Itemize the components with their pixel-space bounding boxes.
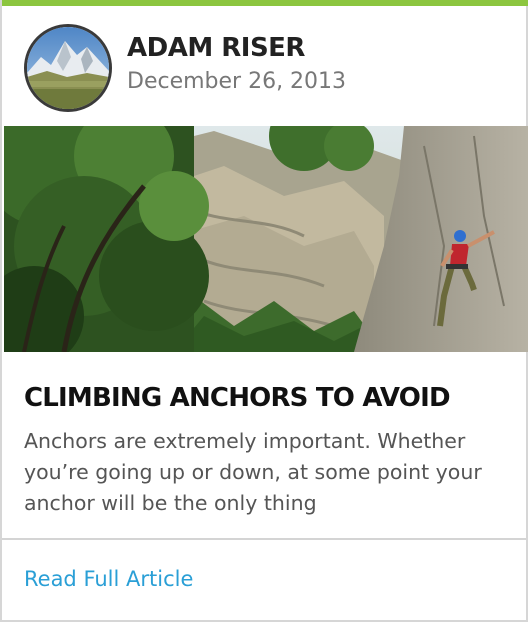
post-date: December 26, 2013 bbox=[127, 69, 347, 94]
hero-image[interactable] bbox=[4, 126, 528, 352]
article-title[interactable]: CLIMBING ANCHORS TO AVOID bbox=[24, 380, 514, 416]
divider bbox=[2, 538, 526, 540]
mountain-avatar-icon bbox=[27, 27, 109, 109]
read-full-article-link[interactable]: Read Full Article bbox=[24, 564, 193, 594]
article-excerpt: Anchors are extremely important. Whether… bbox=[24, 429, 482, 515]
author-avatar[interactable] bbox=[24, 24, 112, 112]
accent-bar bbox=[2, 0, 528, 6]
author-name[interactable]: ADAM RISER bbox=[127, 33, 346, 63]
climber-photo bbox=[4, 126, 528, 352]
article-card: ADAM RISER December 26, 2013 CLIMBING AN… bbox=[0, 0, 528, 622]
author-block: ADAM RISER December 26, 2013 bbox=[24, 24, 346, 112]
